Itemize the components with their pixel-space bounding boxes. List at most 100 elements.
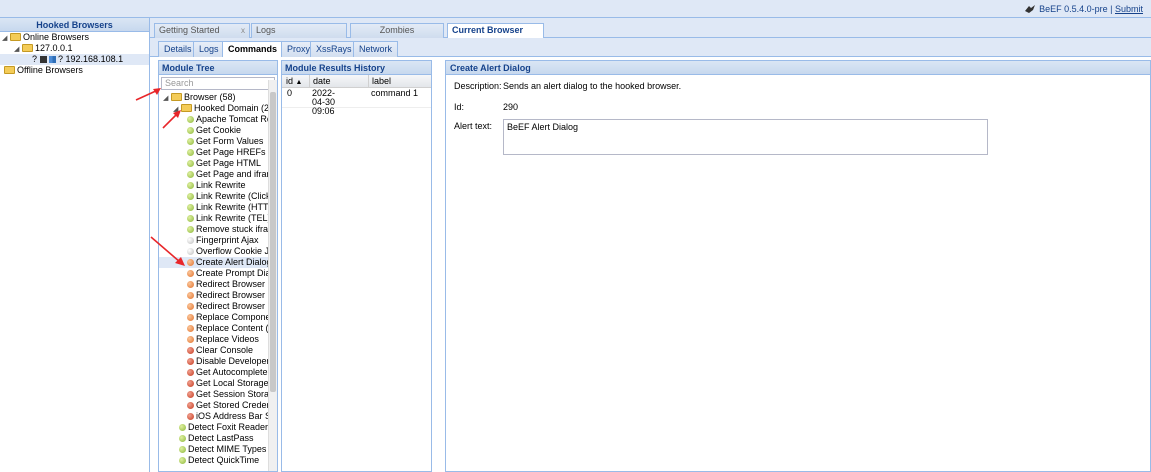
module-item-label: Link Rewrite bbox=[196, 180, 246, 190]
module-item[interactable]: Get Autocomplete ( bbox=[159, 367, 277, 378]
module-item-label: Replace Videos bbox=[196, 334, 259, 344]
module-item[interactable]: Clear Console bbox=[159, 345, 277, 356]
tab-network[interactable]: Network bbox=[353, 41, 399, 57]
version-area: BeEF 0.5.4.0-pre | Submit bbox=[1025, 4, 1143, 14]
tab-zombies[interactable]: Zombies bbox=[350, 23, 444, 38]
row-id: 0 bbox=[287, 88, 293, 98]
submit-link[interactable]: Submit bbox=[1115, 4, 1143, 14]
main-tab-strip: Getting Started x Logs Zombies Current Br… bbox=[150, 18, 1151, 39]
status-dot-icon bbox=[187, 160, 194, 167]
module-item[interactable]: Link Rewrite bbox=[159, 180, 277, 191]
table-row[interactable]: 0 2022-04-30 09:06 command 1 bbox=[282, 88, 431, 116]
expand-arrow-icon[interactable]: ◢ bbox=[163, 93, 171, 103]
module-item[interactable]: Link Rewrite (HTTF bbox=[159, 202, 277, 213]
tab-commands[interactable]: Commands bbox=[222, 41, 284, 57]
module-item[interactable]: Get Session Storag bbox=[159, 389, 277, 400]
module-item[interactable]: Disable Developer bbox=[159, 356, 277, 367]
browser-folder-node[interactable]: ◢ Browser (58) bbox=[159, 92, 277, 103]
module-item[interactable]: Get Stored Credenl bbox=[159, 400, 277, 411]
module-item[interactable]: Redirect Browser (i bbox=[159, 301, 277, 312]
module-item-label: Create Prompt Dial bbox=[196, 268, 273, 278]
module-item[interactable]: Get Page and ifram bbox=[159, 169, 277, 180]
folder-icon bbox=[171, 93, 182, 101]
command-details-panel: Create Alert Dialog Description: Sends a… bbox=[445, 60, 1151, 472]
module-item-label: Get Cookie bbox=[196, 125, 242, 135]
module-item-label: Clear Console bbox=[196, 345, 254, 355]
module-item-label: Remove stuck ifram bbox=[196, 224, 276, 234]
tab-logs[interactable]: Logs bbox=[193, 41, 225, 57]
hooked-browsers-panel: Hooked Browsers ◢ Online Browsers ◢ 127.0.… bbox=[0, 18, 150, 472]
module-item[interactable]: Create Prompt Dial bbox=[159, 268, 277, 279]
module-item[interactable]: Replace Videos bbox=[159, 334, 277, 345]
status-dot-icon bbox=[187, 182, 194, 189]
tab-details[interactable]: Details bbox=[158, 41, 198, 57]
top-bar: BeEF 0.5.4.0-pre | Submit bbox=[0, 0, 1151, 18]
module-item[interactable]: Redirect Browser (F bbox=[159, 290, 277, 301]
sort-ascending-icon: ▲ bbox=[295, 79, 303, 86]
beef-logo-icon bbox=[1025, 5, 1036, 13]
module-item[interactable]: Link Rewrite (Click bbox=[159, 191, 277, 202]
module-item[interactable]: Detect LastPass bbox=[159, 433, 277, 444]
close-icon[interactable]: x bbox=[241, 24, 245, 37]
ip-group-node[interactable]: ◢ 127.0.0.1 bbox=[0, 43, 149, 54]
module-item-label: Replace Content (D bbox=[196, 323, 276, 333]
status-dot-icon bbox=[187, 303, 194, 310]
tab-xssrays[interactable]: XssRays bbox=[310, 41, 358, 57]
module-item-label: Link Rewrite (Click bbox=[196, 191, 271, 201]
module-item[interactable]: Redirect Browser bbox=[159, 279, 277, 290]
details-title: Create Alert Dialog bbox=[446, 61, 1150, 75]
annotation-arrow-icon bbox=[150, 236, 185, 266]
status-dot-icon bbox=[187, 314, 194, 321]
ip-group-label: 127.0.0.1 bbox=[35, 43, 73, 53]
module-item[interactable]: Get Page HREFs bbox=[159, 147, 277, 158]
module-item-label: Detect QuickTime bbox=[188, 455, 260, 465]
alert-text-field[interactable]: BeEF Alert Dialog bbox=[503, 119, 988, 155]
module-item[interactable]: Get Local Storage bbox=[159, 378, 277, 389]
column-header-id[interactable]: id ▲ bbox=[286, 75, 302, 89]
module-results-panel: Module Results History id ▲ date label 0… bbox=[281, 60, 432, 472]
module-item-label: Redirect Browser (F bbox=[196, 290, 277, 300]
module-item-label: Link Rewrite (TEL) bbox=[196, 213, 271, 223]
row-date: 2022-04-30 09:06 bbox=[312, 88, 336, 116]
description-label: Description: bbox=[454, 81, 502, 91]
offline-browsers-node[interactable]: Offline Browsers bbox=[0, 65, 149, 76]
module-item-label: Apache Tomcat Re bbox=[196, 114, 272, 124]
column-header-label[interactable]: label bbox=[368, 75, 391, 88]
scrollbar-thumb[interactable] bbox=[270, 92, 276, 392]
online-browsers-node[interactable]: ◢ Online Browsers bbox=[0, 32, 149, 43]
module-item-label: Get Form Values bbox=[196, 136, 264, 146]
status-dot-icon bbox=[187, 259, 194, 266]
online-browsers-label: Online Browsers bbox=[23, 32, 90, 42]
id-value: 290 bbox=[503, 102, 519, 112]
status-dot-icon bbox=[187, 369, 194, 376]
module-tree-scrollbar[interactable] bbox=[268, 80, 277, 471]
tab-getting-started[interactable]: Getting Started x bbox=[154, 23, 250, 38]
os-icon bbox=[39, 56, 47, 63]
search-input[interactable]: Search bbox=[161, 77, 275, 90]
alert-text-label: Alert text: bbox=[454, 121, 493, 131]
module-item-label: iOS Address Bar Sp bbox=[196, 411, 277, 421]
module-item[interactable]: Replace Content (D bbox=[159, 323, 277, 334]
module-item[interactable]: Detect MIME Types bbox=[159, 444, 277, 455]
module-item[interactable]: Link Rewrite (TEL) bbox=[159, 213, 277, 224]
status-dot-icon bbox=[187, 292, 194, 299]
module-item[interactable]: Detect Foxit Reader bbox=[159, 422, 277, 433]
tab-label: Getting Started bbox=[159, 25, 220, 35]
module-item[interactable]: Get Page HTML bbox=[159, 158, 277, 169]
module-item[interactable]: Replace Componer bbox=[159, 312, 277, 323]
description-value: Sends an alert dialog to the hooked brow… bbox=[503, 81, 682, 91]
column-header-date[interactable]: date bbox=[309, 75, 331, 88]
module-item[interactable]: iOS Address Bar Sp bbox=[159, 411, 277, 422]
module-item[interactable]: Detect QuickTime bbox=[159, 455, 277, 466]
status-dot-icon bbox=[187, 325, 194, 332]
tab-current-browser[interactable]: Current Browser bbox=[447, 23, 544, 39]
tab-logs[interactable]: Logs bbox=[251, 23, 347, 38]
status-dot-icon bbox=[187, 336, 194, 343]
hooked-browser-entry[interactable]: ? ? 192.168.108.1 bbox=[0, 54, 149, 65]
module-item-label: Detect MIME Types bbox=[188, 444, 267, 454]
tab-label: Logs bbox=[256, 25, 276, 35]
module-item[interactable]: Get Form Values bbox=[159, 136, 277, 147]
status-dot-icon bbox=[187, 171, 194, 178]
module-item-label: Create Alert Dialog bbox=[196, 257, 272, 267]
module-item-label: Detect LastPass bbox=[188, 433, 254, 443]
